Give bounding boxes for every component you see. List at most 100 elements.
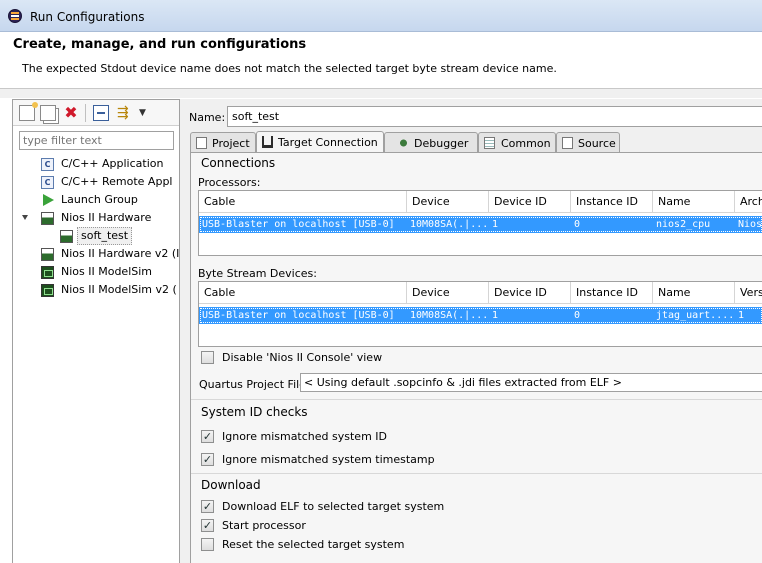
tab-label: Source — [578, 137, 616, 150]
byte-stream-table: Cable Device Device ID Instance ID Name … — [198, 281, 762, 347]
tree-item-label: Nios II ModelSim — [61, 265, 153, 278]
window-titlebar: Run Configurations — [0, 0, 762, 32]
checkbox-box[interactable] — [201, 351, 214, 364]
tree-item-c-remote-application[interactable]: C C/C++ Remote Appl — [13, 173, 179, 191]
debugger-icon — [398, 137, 409, 149]
tree-item-c-application[interactable]: C C/C++ Application — [13, 155, 179, 173]
config-tabs: Project Target Connection Debugger Commo… — [190, 131, 762, 153]
cell-name: jtag_uart.... — [656, 310, 735, 321]
checkbox-box[interactable]: ✓ — [201, 519, 214, 532]
collapse-all-icon[interactable] — [93, 105, 109, 121]
col-device[interactable]: Device — [407, 282, 489, 304]
checkbox-box[interactable]: ✓ — [201, 430, 214, 443]
modelsim-icon — [41, 284, 54, 297]
delete-configuration-icon[interactable]: ✖ — [63, 105, 79, 121]
cell-version: 1 — [738, 310, 745, 321]
checkbox-label: Start processor — [222, 519, 306, 532]
tree-item-soft-test[interactable]: soft_test — [13, 227, 179, 245]
dialog-header: Create, manage, and run configurations T… — [0, 32, 762, 88]
tab-project[interactable]: Project — [190, 132, 256, 152]
tree-item-nios-modelsim[interactable]: Nios II ModelSim — [13, 263, 179, 281]
tab-source[interactable]: Source — [556, 132, 620, 152]
configuration-editor: Name: soft_test Project Target Connectio… — [186, 99, 762, 563]
tree-item-label: C/C++ Remote Appl — [61, 175, 173, 188]
checkbox-label: Download ELF to selected target system — [222, 500, 445, 513]
processors-table-header: Cable Device Device ID Instance ID Name … — [199, 191, 762, 213]
checkbox-label: Reset the selected target system — [222, 538, 405, 551]
common-icon — [484, 137, 495, 149]
view-menu-icon[interactable]: ▼ — [139, 105, 155, 121]
filter-icon[interactable]: ⇶ — [117, 105, 133, 121]
cell-device: 10M08SA(.|... — [410, 219, 489, 230]
configurations-toolbar: ✖ ⇶ ▼ — [13, 100, 179, 126]
nios-hardware-icon — [41, 248, 54, 261]
table-row[interactable]: USB-Blaster on localhost [USB-0] 10M08SA… — [199, 307, 762, 324]
tree-item-label: Launch Group — [61, 193, 138, 206]
configurations-panel: ✖ ⇶ ▼ C C/C++ Application C C/C++ Remote… — [12, 99, 180, 563]
header-separator — [0, 88, 762, 98]
col-instance-id[interactable]: Instance ID — [571, 191, 653, 213]
name-label: Name: — [189, 111, 226, 124]
tree-item-launch-group[interactable]: Launch Group — [13, 191, 179, 209]
byte-stream-table-header: Cable Device Device ID Instance ID Name … — [199, 282, 762, 304]
c-app-icon: C — [41, 158, 54, 171]
col-version[interactable]: Vers — [735, 282, 762, 304]
dialog-heading: Create, manage, and run configurations — [13, 37, 307, 52]
system-id-title: System ID checks — [201, 405, 308, 419]
launch-group-icon — [43, 194, 54, 206]
col-instance-id[interactable]: Instance ID — [571, 282, 653, 304]
tree-item-label: Nios II Hardware v2 (I — [61, 247, 180, 260]
eclipse-icon — [8, 9, 22, 23]
tab-common[interactable]: Common — [478, 132, 556, 152]
checkbox-label: Disable 'Nios II Console' view — [222, 351, 383, 364]
cell-name: nios2_cpu — [656, 219, 711, 230]
quartus-project-input[interactable]: < Using default .sopcinfo & .jdi files e… — [300, 373, 762, 392]
section-divider — [191, 473, 762, 474]
cell-device-id: 1 — [492, 219, 499, 230]
expanded-arrow-icon[interactable] — [22, 215, 28, 220]
toolbar-divider — [85, 104, 86, 122]
new-configuration-icon[interactable] — [19, 102, 38, 121]
col-cable[interactable]: Cable — [199, 282, 407, 304]
modelsim-icon — [41, 266, 54, 279]
checkbox-box[interactable]: ✓ — [201, 500, 214, 513]
tree-item-label: soft_test — [77, 227, 133, 245]
target-connection-icon — [262, 136, 273, 148]
tab-label: Debugger — [414, 137, 469, 150]
dialog-message: The expected Stdout device name does not… — [22, 62, 557, 75]
cell-instance-id: 0 — [574, 310, 581, 321]
byte-stream-label: Byte Stream Devices: — [198, 267, 317, 280]
source-icon — [562, 137, 573, 149]
col-device-id[interactable]: Device ID — [489, 191, 571, 213]
checkbox-label: Ignore mismatched system timestamp — [222, 453, 435, 466]
download-title: Download — [201, 478, 261, 492]
tab-debugger[interactable]: Debugger — [384, 132, 478, 152]
col-device[interactable]: Device — [407, 191, 489, 213]
col-device-id[interactable]: Device ID — [489, 282, 571, 304]
name-input[interactable]: soft_test — [227, 106, 762, 127]
filter-input[interactable] — [19, 131, 174, 150]
checkbox-box[interactable]: ✓ — [201, 453, 214, 466]
tab-label: Target Connection — [278, 136, 378, 149]
cell-arch: Nios2 — [738, 219, 762, 230]
section-divider — [191, 399, 762, 400]
duplicate-configuration-icon[interactable] — [40, 105, 56, 121]
tree-item-label: Nios II Hardware — [61, 211, 152, 224]
nios-hardware-icon — [60, 230, 73, 243]
tree-item-nios-hardware-v2[interactable]: Nios II Hardware v2 (I — [13, 245, 179, 263]
col-arch[interactable]: Arch — [735, 191, 762, 213]
cell-cable: USB-Blaster on localhost [USB-0] — [202, 310, 395, 321]
col-name[interactable]: Name — [653, 282, 735, 304]
connections-title: Connections — [201, 156, 276, 170]
col-name[interactable]: Name — [653, 191, 735, 213]
col-cable[interactable]: Cable — [199, 191, 407, 213]
tree-item-label: Nios II ModelSim v2 ( — [61, 283, 177, 296]
cell-device: 10M08SA(.|... — [410, 310, 489, 321]
tree-item-nios-modelsim-v2[interactable]: Nios II ModelSim v2 ( — [13, 281, 179, 299]
tab-target-connection[interactable]: Target Connection — [256, 131, 384, 153]
table-row[interactable]: USB-Blaster on localhost [USB-0] 10M08SA… — [199, 216, 762, 233]
window-title: Run Configurations — [30, 10, 145, 24]
checkbox-box[interactable] — [201, 538, 214, 551]
c-remote-icon: C — [41, 176, 54, 189]
tree-item-nios-hardware[interactable]: Nios II Hardware — [13, 209, 179, 227]
